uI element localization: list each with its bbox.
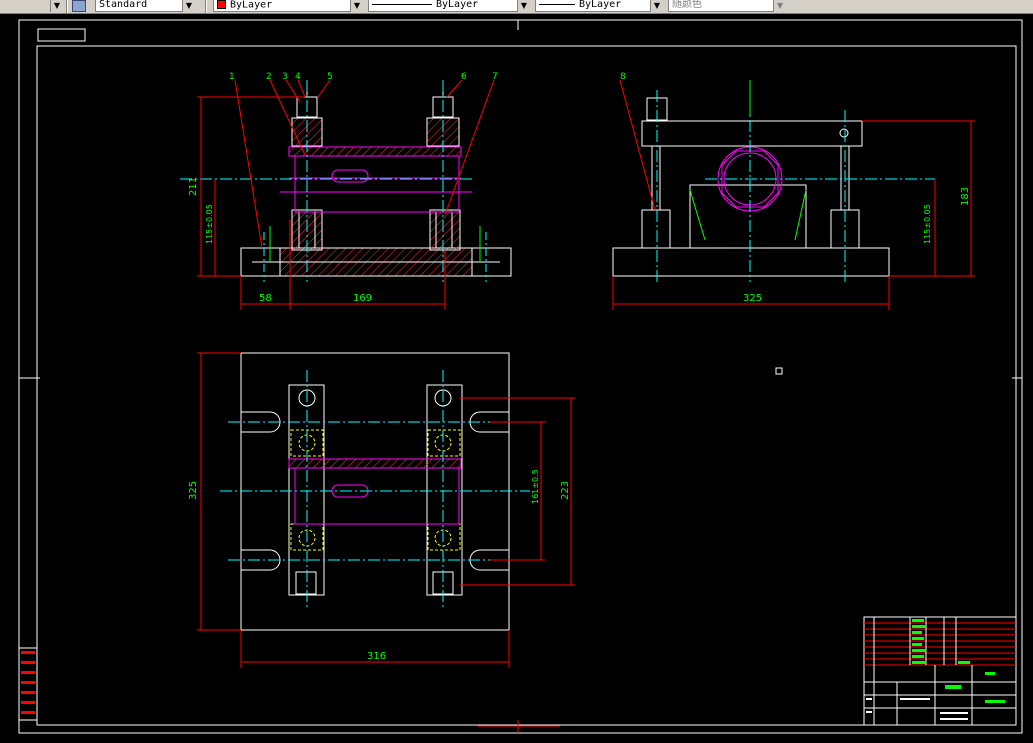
text-style-select[interactable]: Standard xyxy=(95,0,195,12)
linetype-value: ByLayer xyxy=(436,0,479,10)
dim-side-total-height: 183 xyxy=(960,187,971,206)
linetype-sample-icon xyxy=(372,3,432,5)
color-value: ByLayer xyxy=(230,0,273,11)
plot-style-dropdown-icon[interactable]: ▼ xyxy=(773,0,786,12)
balloon-2: 2 xyxy=(266,72,272,82)
dim-top-outer: 223 xyxy=(560,481,571,500)
dim-side-width: 325 xyxy=(743,293,762,304)
lineweight-value: ByLayer xyxy=(579,0,622,10)
balloon-8: 8 xyxy=(620,72,626,82)
color-swatch-icon xyxy=(217,0,226,9)
text-style-icon[interactable] xyxy=(72,0,86,12)
toolbar-separator xyxy=(205,0,207,13)
title-block xyxy=(863,616,1017,726)
dim-top-inner: 161±0.5 xyxy=(531,469,540,504)
balloon-3: 3 xyxy=(282,72,288,82)
balloon-5: 5 xyxy=(327,72,333,82)
color-dropdown-icon[interactable]: ▼ xyxy=(350,0,363,12)
text-style-dropdown-icon[interactable]: ▼ xyxy=(182,0,195,12)
front-view: 1 2 3 4 5 6 7 211 115±0.05 58 169 xyxy=(180,72,512,310)
dim-side-axis-height: 115±0.05 xyxy=(923,204,932,244)
color-control-select[interactable]: ByLayer xyxy=(213,0,363,12)
top-view: 325 316 161±0.5 223 xyxy=(188,352,575,668)
drawing-canvas[interactable]: 1 2 3 4 5 6 7 211 115±0.05 58 169 8 325 … xyxy=(0,13,1033,743)
linetype-control-select[interactable]: ByLayer xyxy=(368,0,530,12)
plot-style-value: 随颜色 xyxy=(672,0,702,10)
revision-strip xyxy=(18,647,38,721)
lineweight-control-select[interactable]: ByLayer xyxy=(535,0,663,12)
balloon-7: 7 xyxy=(492,72,498,82)
text-style-value: Standard xyxy=(99,0,148,10)
dim-top-width: 316 xyxy=(367,651,386,662)
dim-front-span: 169 xyxy=(353,293,372,304)
plot-style-control-select[interactable]: 随颜色 xyxy=(668,0,786,12)
drawing-frame xyxy=(18,19,1023,734)
dim-front-left: 58 xyxy=(259,293,272,304)
toolbar-separator xyxy=(66,0,68,13)
dim-front-total-height: 211 xyxy=(188,177,199,196)
dropdown-arrow-icon[interactable]: ▼ xyxy=(50,0,63,12)
balloon-6: 6 xyxy=(461,72,467,82)
dim-top-height: 325 xyxy=(188,481,199,500)
linetype-dropdown-icon[interactable]: ▼ xyxy=(517,0,530,12)
balloon-4: 4 xyxy=(295,72,301,82)
balloon-1: 1 xyxy=(229,72,235,82)
properties-toolbar: ▼ Standard ▼ ByLayer ▼ ByLayer ▼ ByLayer… xyxy=(0,0,1033,14)
lineweight-sample-icon xyxy=(539,3,575,5)
side-view: 8 325 115±0.05 183 xyxy=(612,72,975,310)
lineweight-dropdown-icon[interactable]: ▼ xyxy=(650,0,663,12)
dim-front-axis-height: 115±0.05 xyxy=(205,204,214,244)
